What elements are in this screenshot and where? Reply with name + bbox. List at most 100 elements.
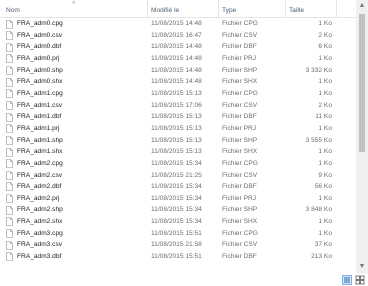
file-type: Fichier SHP (222, 206, 258, 214)
file-icon (6, 66, 13, 75)
file-modified: 11/08/2015 14:48 (151, 66, 202, 74)
column-divider[interactable] (147, 0, 148, 17)
file-size: 1 Ko (318, 218, 332, 226)
column-divider[interactable] (336, 0, 337, 17)
file-name: FRA_adm1.shp (17, 136, 63, 144)
file-type: Fichier PRJ (222, 124, 257, 132)
file-row[interactable]: FRA_adm0.dbf 11/08/2015 14:48 Fichier DBF 6… (0, 41, 356, 53)
file-name: FRA_adm2.cpg (17, 159, 63, 167)
file-row[interactable]: FRA_adm1.dbf 11/08/2015 15:13 Fichier DBF 1… (0, 111, 356, 123)
file-modified: 11/08/2015 21:58 (151, 241, 202, 249)
file-icon (6, 89, 13, 99)
scrollbar-thumb[interactable] (359, 14, 365, 152)
file-modified: 11/08/2015 15:13 (151, 124, 202, 132)
file-row[interactable]: FRA_adm1.shx 11/08/2015 15:13 Fichier SHX 1… (0, 146, 356, 158)
file-name: FRA_adm2.csv (17, 171, 63, 179)
file-modified: 11/08/2015 17:06 (151, 101, 202, 109)
file-icon (6, 147, 13, 157)
file-size: 3 555 Ko (305, 136, 332, 144)
sort-indicator-icon[interactable]: ^ (72, 1, 75, 8)
file-name: FRA_adm3.cpg (17, 229, 63, 237)
large-icons-view-icon[interactable] (355, 275, 365, 285)
file-size: 3 332 Ko (305, 66, 332, 74)
file-name: FRA_adm2.shx (17, 218, 63, 226)
file-type: Fichier CPG (222, 90, 258, 98)
file-icon (6, 182, 13, 192)
file-name: FRA_adm1.dbf (17, 113, 62, 121)
file-size: 1 Ko (318, 55, 332, 63)
column-divider[interactable] (218, 0, 219, 17)
file-row[interactable]: FRA_adm2.shx 11/08/2015 15:34 Fichier SHX 1… (0, 216, 356, 228)
file-row[interactable]: FRA_adm0.prj 11/08/2015 14:48 Fichier PRJ 1… (0, 53, 356, 65)
file-row[interactable]: FRA_adm1.shp 11/08/2015 15:13 Fichier SHP 3… (0, 134, 356, 146)
file-name: FRA_adm1.csv (17, 101, 63, 109)
column-header-size[interactable]: Taille (289, 7, 304, 14)
column-divider[interactable] (285, 0, 286, 17)
file-size: 37 Ko (314, 241, 332, 249)
file-row[interactable]: FRA_adm2.csv 11/08/2015 21:25 Fichier CSV 9… (0, 169, 356, 181)
vertical-scrollbar[interactable]: ▲ ▼ (356, 0, 368, 286)
chevron-up-icon[interactable]: ▲ (356, 0, 368, 12)
file-icon (6, 217, 13, 227)
file-row[interactable]: FRA_adm0.cpg 11/08/2015 14:48 Fichier CPG 1… (0, 18, 356, 30)
file-row[interactable]: FRA_adm2.cpg 11/08/2015 15:34 Fichier CPG 1… (0, 158, 356, 170)
file-name: FRA_adm3.dbf (17, 253, 62, 260)
file-name: FRA_adm2.shp (17, 206, 63, 214)
details-view-glyph (344, 277, 350, 283)
file-row[interactable]: FRA_adm3.dbf 11/08/2015 15:51 Fichier DBF 2… (0, 251, 356, 263)
column-header-type[interactable]: Type (222, 7, 236, 14)
file-icon (6, 252, 13, 262)
file-row[interactable]: FRA_adm1.prj 11/08/2015 15:13 Fichier PRJ 1… (0, 123, 356, 135)
file-size: 1 Ko (318, 124, 332, 132)
file-size: 1 Ko (318, 78, 332, 86)
file-name: FRA_adm0.cpg (17, 20, 63, 28)
file-type: Fichier DBF (222, 43, 257, 51)
file-row[interactable]: FRA_adm3.cpg 11/08/2015 15:51 Fichier CPG 1… (0, 228, 356, 240)
file-row[interactable]: FRA_adm0.shx 11/08/2015 14:48 Fichier SHX 1… (0, 76, 356, 88)
file-size: 11 Ko (315, 113, 332, 121)
file-type: Fichier CPG (222, 159, 258, 167)
file-row[interactable]: FRA_adm0.shp 11/08/2015 14:48 Fichier SHP 3… (0, 65, 356, 77)
file-type: Fichier SHX (222, 148, 258, 156)
file-size: 1 Ko (318, 194, 332, 202)
large-icons-view-glyph (355, 275, 365, 285)
file-name: FRA_adm2.dbf (17, 183, 62, 191)
file-icon (6, 171, 13, 180)
file-type: Fichier SHP (222, 66, 258, 74)
file-modified: 11/08/2015 14:48 (151, 20, 202, 28)
file-modified: 11/08/2015 16:47 (151, 31, 202, 39)
file-name: FRA_adm0.shp (17, 66, 63, 74)
file-modified: 11/08/2015 15:13 (151, 136, 202, 144)
file-row[interactable]: FRA_adm2.dbf 11/08/2015 15:34 Fichier DBF 5… (0, 181, 356, 193)
column-header-name[interactable]: Nom (6, 7, 20, 14)
file-icon (6, 54, 13, 64)
file-modified: 11/08/2015 14:48 (151, 43, 202, 51)
file-size: 56 Ko (314, 183, 332, 191)
file-type: Fichier DBF (222, 253, 257, 260)
file-icon (6, 19, 13, 29)
file-modified: 11/08/2015 15:34 (151, 206, 202, 214)
file-size: 1 Ko (318, 90, 332, 98)
column-header-modified[interactable]: Modifié le (151, 7, 179, 14)
file-name: FRA_adm1.prj (17, 124, 60, 132)
details-view-icon[interactable] (342, 275, 352, 285)
file-row[interactable]: FRA_adm1.cpg 11/08/2015 15:13 Fichier CPG 1… (0, 88, 356, 100)
file-icon (6, 229, 13, 238)
column-header-row: ^ Nom Modifié le Type Taille (0, 0, 356, 18)
file-modified: 11/08/2015 14:48 (151, 78, 202, 86)
chevron-down-icon[interactable]: ▼ (356, 261, 368, 273)
file-icon (6, 205, 13, 215)
file-icon (6, 112, 13, 122)
file-name: FRA_adm0.dbf (17, 43, 62, 51)
file-size: 213 Ko (311, 253, 332, 260)
file-row[interactable]: FRA_adm0.csv 11/08/2015 16:47 Fichier CSV 2… (0, 30, 356, 42)
file-row[interactable]: FRA_adm2.prj 11/08/2015 15:34 Fichier PRJ 1… (0, 193, 356, 205)
file-name: FRA_adm3.csv (17, 241, 63, 249)
file-row[interactable]: FRA_adm2.shp 11/08/2015 15:34 Fichier SHP 3… (0, 204, 356, 216)
file-row[interactable]: FRA_adm1.csv 11/08/2015 17:06 Fichier CSV 2… (0, 99, 356, 111)
file-size: 3 848 Ko (305, 206, 332, 214)
file-name: FRA_adm0.shx (17, 78, 63, 86)
file-row[interactable]: FRA_adm3.csv 11/08/2015 21:58 Fichier CSV 3… (0, 239, 356, 251)
file-name: FRA_adm1.cpg (17, 90, 63, 98)
file-icon (6, 136, 13, 145)
